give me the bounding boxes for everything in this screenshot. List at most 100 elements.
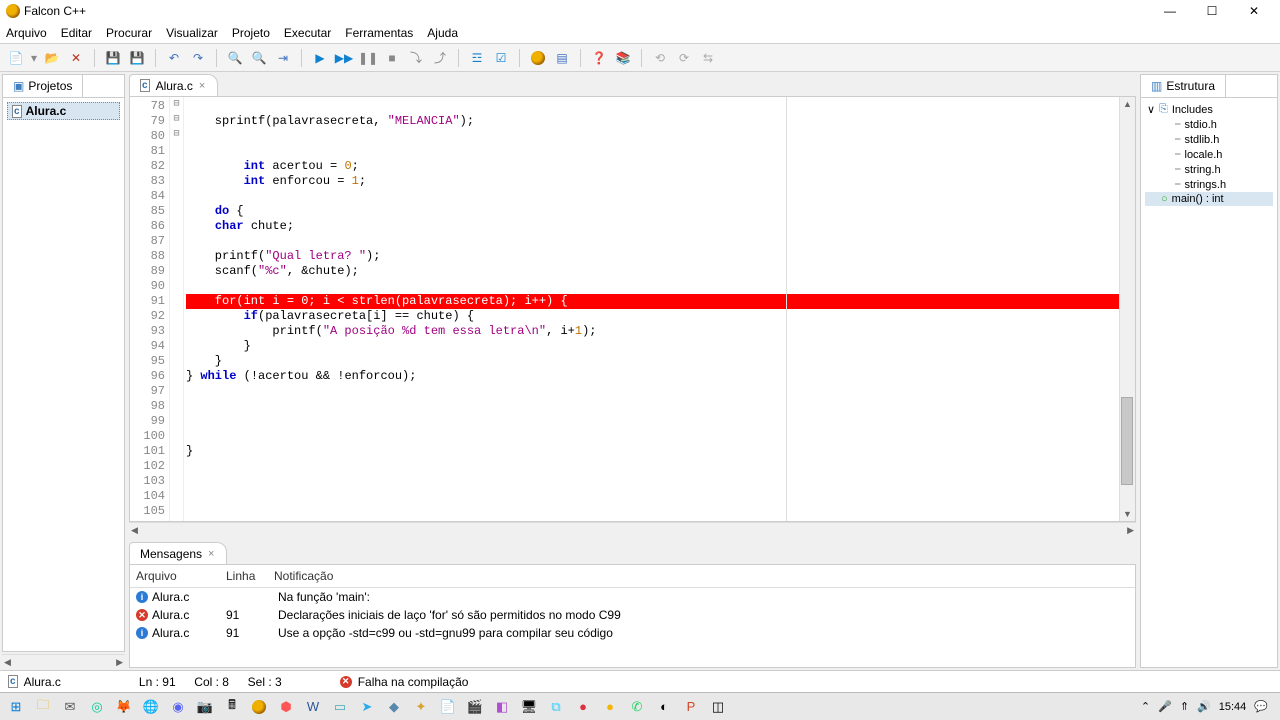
structure-tab[interactable]: ▥ Estrutura [1141,75,1226,97]
redo-button[interactable]: ↷ [188,48,208,68]
save-all-button[interactable]: 💾 [127,48,147,68]
powerpoint-icon[interactable]: P [679,696,703,718]
app3-icon[interactable]: ✦ [409,696,433,718]
message-row[interactable]: iAlura.cNa função 'main': [130,588,1135,606]
menu-ajuda[interactable]: Ajuda [427,26,458,40]
tool2-button[interactable]: ⟳ [674,48,694,68]
structure-main-fn[interactable]: ○main() : int [1145,192,1273,206]
pause-button[interactable]: ❚❚ [358,48,378,68]
fold-column[interactable]: ⊟ ⊟ ⊟ [170,97,184,521]
save-button[interactable]: 💾 [103,48,123,68]
notifications-icon[interactable]: 💬 [1254,700,1268,713]
step-out-button[interactable]: ⤴ [430,48,450,68]
compile-button[interactable] [528,48,548,68]
menu-projeto[interactable]: Projeto [232,26,270,40]
app7-icon[interactable]: 🖥 [517,696,541,718]
new-file-button[interactable]: 📄 [6,48,26,68]
app2-icon[interactable]: ◆ [382,696,406,718]
brave-icon[interactable]: ⬢ [274,696,298,718]
goto-line-button[interactable]: ⇥ [273,48,293,68]
stop-button[interactable]: ■ [382,48,402,68]
wifi-icon[interactable]: ⇑ [1180,700,1189,713]
menu-editar[interactable]: Editar [61,26,92,40]
structure-root[interactable]: ∨⎘Includes [1145,102,1273,117]
app11-icon[interactable]: ◫ [706,696,730,718]
edge-icon[interactable]: ◎ [85,696,109,718]
firefox-icon[interactable]: 🦊 [112,696,136,718]
open-file-button[interactable]: 📂 [42,48,62,68]
app6-icon[interactable]: ◧ [490,696,514,718]
close-button[interactable]: ✕ [1242,4,1266,18]
system-tray[interactable]: ⌃ 🎤 ⇑ 🔊 15:44 💬 [1141,700,1276,713]
code-editor[interactable]: 78 79 80 81 82 83 84 85 86 87 88 89 90 9… [129,96,1136,522]
mail-icon[interactable]: ✉ [58,696,82,718]
message-row[interactable]: iAlura.c91Use a opção -std=c99 ou -std=g… [130,624,1135,642]
toolbar: 📄 ▾ 📂 ✕ 💾 💾 ↶ ↷ 🔍 🔍 ⇥ ▶ ▶▶ ❚❚ ■ ⤵ ⤴ ☲ ☑ … [0,44,1280,72]
app10-icon[interactable]: ◐ [652,696,676,718]
app8-icon[interactable]: ● [571,696,595,718]
code-content[interactable]: sprintf(palavrasecreta, "MELANCIA"); int… [184,97,1119,521]
mic-icon[interactable]: 🎤 [1158,700,1172,713]
word-icon[interactable]: W [301,696,325,718]
status-file: Alura.c [24,675,61,689]
delete-button[interactable]: ✕ [66,48,86,68]
search-replace-button[interactable]: 🔍 [249,48,269,68]
structure-include[interactable]: ⎯strings.h [1145,177,1273,192]
vscode-icon[interactable]: ⧉ [544,696,568,718]
telegram-icon[interactable]: ➤ [355,696,379,718]
menu-executar[interactable]: Executar [284,26,331,40]
sound-icon[interactable]: 🔊 [1197,700,1211,713]
col-line[interactable]: Linha [226,569,274,583]
message-row[interactable]: ✕Alura.c91Declarações iniciais de laço '… [130,606,1135,624]
minimize-button[interactable]: — [1158,4,1182,18]
app5-icon[interactable]: 🎬 [463,696,487,718]
maximize-button[interactable]: ☐ [1200,4,1224,18]
search-button[interactable]: 🔍 [225,48,245,68]
app1-icon[interactable]: ▭ [328,696,352,718]
build-button[interactable]: ▤ [552,48,572,68]
whatsapp-icon[interactable]: ✆ [625,696,649,718]
col-file[interactable]: Arquivo [136,569,226,583]
project-scrollbar[interactable]: ◀ ▶ [2,654,125,670]
start-button[interactable]: ⊞ [4,696,28,718]
structure-include[interactable]: ⎯stdio.h [1145,117,1273,132]
menu-visualizar[interactable]: Visualizar [166,26,218,40]
help-button[interactable]: ❓ [589,48,609,68]
clock[interactable]: 15:44 [1219,701,1247,713]
run-button[interactable]: ▶ [310,48,330,68]
falcon-task-icon[interactable] [247,696,271,718]
project-file-item[interactable]: c Alura.c [7,102,120,120]
step-in-button[interactable]: ⤵ [406,48,426,68]
menu-ferramentas[interactable]: Ferramentas [345,26,413,40]
book-button[interactable]: 📚 [613,48,633,68]
app9-icon[interactable]: ● [598,696,622,718]
checklist-button[interactable]: ☑ [491,48,511,68]
menu-procurar[interactable]: Procurar [106,26,152,40]
app4-icon[interactable]: 📄 [436,696,460,718]
dropdown-arrow-icon[interactable]: ▾ [30,48,38,68]
structure-include[interactable]: ⎯locale.h [1145,147,1273,162]
tool3-button[interactable]: ⇆ [698,48,718,68]
tool1-button[interactable]: ⟲ [650,48,670,68]
status-line: Ln : 91 [139,675,176,689]
structure-include[interactable]: ⎯stdlib.h [1145,132,1273,147]
editor-tabs: c Alura.c × [129,74,1136,96]
explorer-icon[interactable]: 🗀 [31,696,55,718]
undo-button[interactable]: ↶ [164,48,184,68]
menu-arquivo[interactable]: Arquivo [6,26,47,40]
list-toggle-button[interactable]: ☲ [467,48,487,68]
structure-include[interactable]: ⎯string.h [1145,162,1273,177]
editor-tab[interactable]: c Alura.c × [129,74,218,96]
chevron-up-icon[interactable]: ⌃ [1141,700,1150,713]
editor-scrollbar-vertical[interactable]: ▲ ▼ [1119,97,1135,521]
col-note[interactable]: Notificação [274,569,1129,583]
discord-icon[interactable]: ◉ [166,696,190,718]
camera-icon[interactable]: 📷 [193,696,217,718]
calculator-icon[interactable]: 🖩 [220,696,244,718]
messages-panel: Arquivo Linha Notificação iAlura.cNa fun… [129,564,1136,668]
run-step-button[interactable]: ▶▶ [334,48,354,68]
chrome-icon[interactable]: 🌐 [139,696,163,718]
close-tab-icon[interactable]: × [199,80,205,92]
titlebar: Falcon C++ — ☐ ✕ [0,0,1280,22]
project-tab[interactable]: ▣ Projetos [3,75,83,97]
